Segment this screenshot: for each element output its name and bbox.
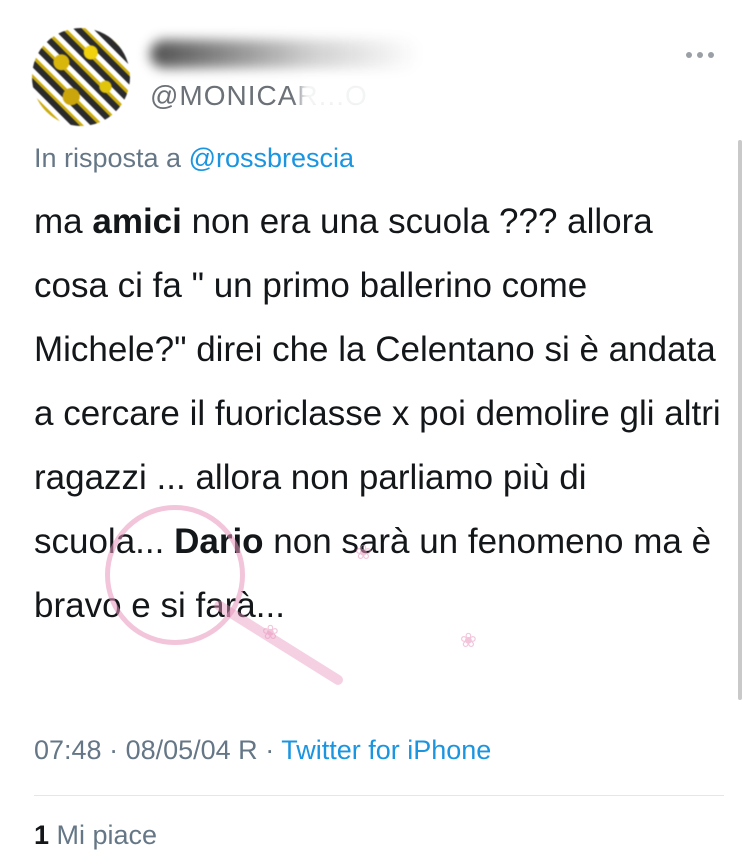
tweet-text-segment: ma	[34, 202, 93, 241]
divider	[34, 795, 724, 796]
paw-icon: ❀	[355, 542, 372, 564]
likes-number: 1	[34, 820, 50, 850]
handle-redaction	[300, 78, 420, 112]
paw-icon: ❀	[262, 622, 279, 644]
likes-count[interactable]: 1 Mi piace	[34, 820, 157, 851]
tweet-time: 07:48	[34, 735, 102, 765]
reply-mention-link[interactable]: @rossbrescia	[189, 143, 354, 173]
more-dots-icon	[708, 52, 714, 58]
likes-label: Mi piace	[49, 820, 158, 850]
tweet-source-link[interactable]: Twitter for iPhone	[281, 735, 491, 765]
more-options-button[interactable]	[680, 45, 720, 65]
scrollbar[interactable]	[738, 140, 742, 700]
reply-prefix: In risposta a	[34, 143, 189, 173]
tweet-meta: 07:48 · 08/05/04 R · Twitter for iPhone	[34, 735, 491, 766]
display-name-redacted	[150, 40, 420, 68]
tweet-date: 08/05/04 R	[125, 735, 258, 765]
paw-icon: ❀	[460, 630, 477, 652]
reply-to-line: In risposta a @rossbrescia	[34, 143, 354, 174]
meta-separator: ·	[257, 735, 282, 765]
tweet-text-bold-segment: Dario	[174, 522, 264, 561]
tweet-text-segment: non era una scuola ??? allora cosa ci fa…	[34, 202, 721, 561]
more-dots-icon	[697, 52, 703, 58]
tweet-text: ma amici non era una scuola ??? allora c…	[34, 190, 724, 638]
meta-separator: ·	[101, 735, 126, 765]
more-dots-icon	[686, 52, 692, 58]
avatar[interactable]	[32, 28, 130, 126]
tweet-text-bold-segment: amici	[92, 202, 182, 241]
